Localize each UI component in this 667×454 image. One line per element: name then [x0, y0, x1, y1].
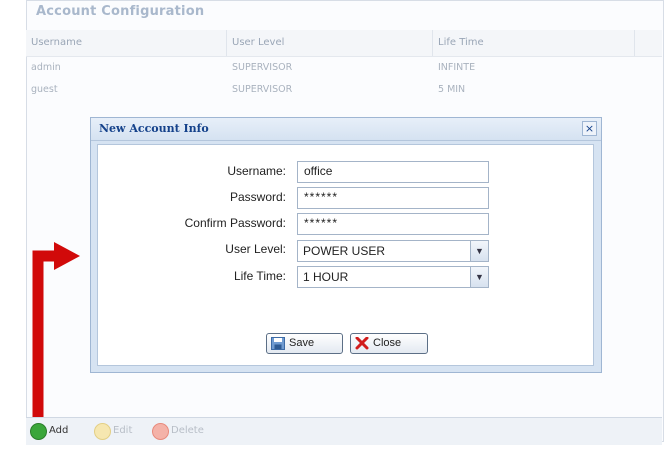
add-button[interactable]: Add	[30, 423, 75, 440]
edit-button[interactable]: Edit	[94, 423, 139, 440]
annotation-arrow	[32, 242, 80, 420]
pencil-icon	[94, 423, 111, 440]
delete-button[interactable]: Delete	[152, 423, 207, 440]
delete-label: Delete	[171, 425, 204, 436]
plus-circle-icon	[30, 423, 47, 440]
minus-circle-icon	[152, 423, 169, 440]
edit-label: Edit	[113, 425, 133, 436]
add-label: Add	[49, 425, 69, 436]
bottom-toolbar: Add Edit Delete	[26, 417, 662, 445]
